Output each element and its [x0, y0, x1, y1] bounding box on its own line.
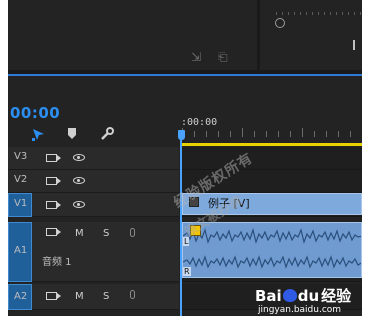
ruler-start-time: :00:00: [181, 117, 218, 128]
sync-lock-icon[interactable]: [46, 177, 61, 185]
baidu-jingyan-suffix: 经验: [321, 287, 352, 305]
timeline-timecode[interactable]: 00:00: [10, 104, 60, 122]
track-label-v2[interactable]: V2: [14, 174, 27, 185]
playhead-handle[interactable]: [178, 130, 185, 140]
track-header-v3[interactable]: [8, 147, 179, 170]
program-ruler-ticks: [276, 12, 362, 15]
track-header-v1[interactable]: [8, 193, 179, 217]
track-label-v1[interactable]: V1: [14, 198, 27, 209]
ruler-minor-ticks: [182, 131, 362, 137]
snap-icon[interactable]: [31, 127, 47, 141]
baidu-jingyan-logo: Bai du 经验: [255, 285, 351, 306]
sync-lock-icon[interactable]: [46, 292, 61, 300]
wrench-icon[interactable]: [99, 127, 115, 141]
baidu-brand-a: Bai: [255, 287, 282, 305]
mute-button[interactable]: M: [75, 229, 84, 239]
program-scrubber-handle[interactable]: [275, 18, 285, 28]
toggle-output-eye-icon[interactable]: [73, 201, 85, 208]
baidu-brand-b: du: [297, 287, 320, 305]
voice-over-record-icon[interactable]: [130, 228, 135, 237]
track-lane-v3[interactable]: [182, 147, 362, 170]
audio-clip[interactable]: [182, 222, 362, 278]
track-header-v2[interactable]: [8, 170, 179, 193]
track-label-v3[interactable]: V3: [14, 151, 27, 162]
baidu-paw-icon: [282, 289, 297, 302]
watermark-url: jingyan.baidu.com: [258, 305, 342, 315]
sync-lock-icon[interactable]: [46, 228, 61, 236]
panel-edge-marker: [353, 40, 355, 50]
audio-right-channel-label: R: [183, 267, 191, 276]
track-label-a2[interactable]: A2: [14, 291, 27, 302]
work-area-bar[interactable]: [182, 143, 362, 146]
active-panel-highlight: [8, 74, 362, 76]
solo-button[interactable]: S: [103, 292, 109, 302]
voice-over-record-icon[interactable]: [130, 290, 135, 299]
solo-button[interactable]: S: [103, 229, 109, 239]
program-monitor-panel: [260, 0, 362, 70]
track-name-a1[interactable]: 音频 1: [42, 253, 72, 268]
sync-lock-icon[interactable]: [46, 201, 61, 209]
toggle-output-eye-icon[interactable]: [73, 177, 85, 184]
insert-icon[interactable]: ⇲: [191, 51, 201, 63]
audio-waveform-right: [183, 255, 361, 269]
track-header-a2[interactable]: [8, 284, 179, 310]
track-header-a1[interactable]: [8, 222, 179, 282]
mute-button[interactable]: M: [75, 292, 84, 302]
track-label-a1[interactable]: A1: [14, 245, 27, 256]
add-marker-icon[interactable]: [67, 127, 77, 140]
export-frame-icon[interactable]: ⎗: [218, 51, 228, 63]
toggle-output-eye-icon[interactable]: [73, 154, 85, 161]
sync-lock-icon[interactable]: [46, 154, 61, 162]
audio-waveform-left: [183, 227, 361, 245]
